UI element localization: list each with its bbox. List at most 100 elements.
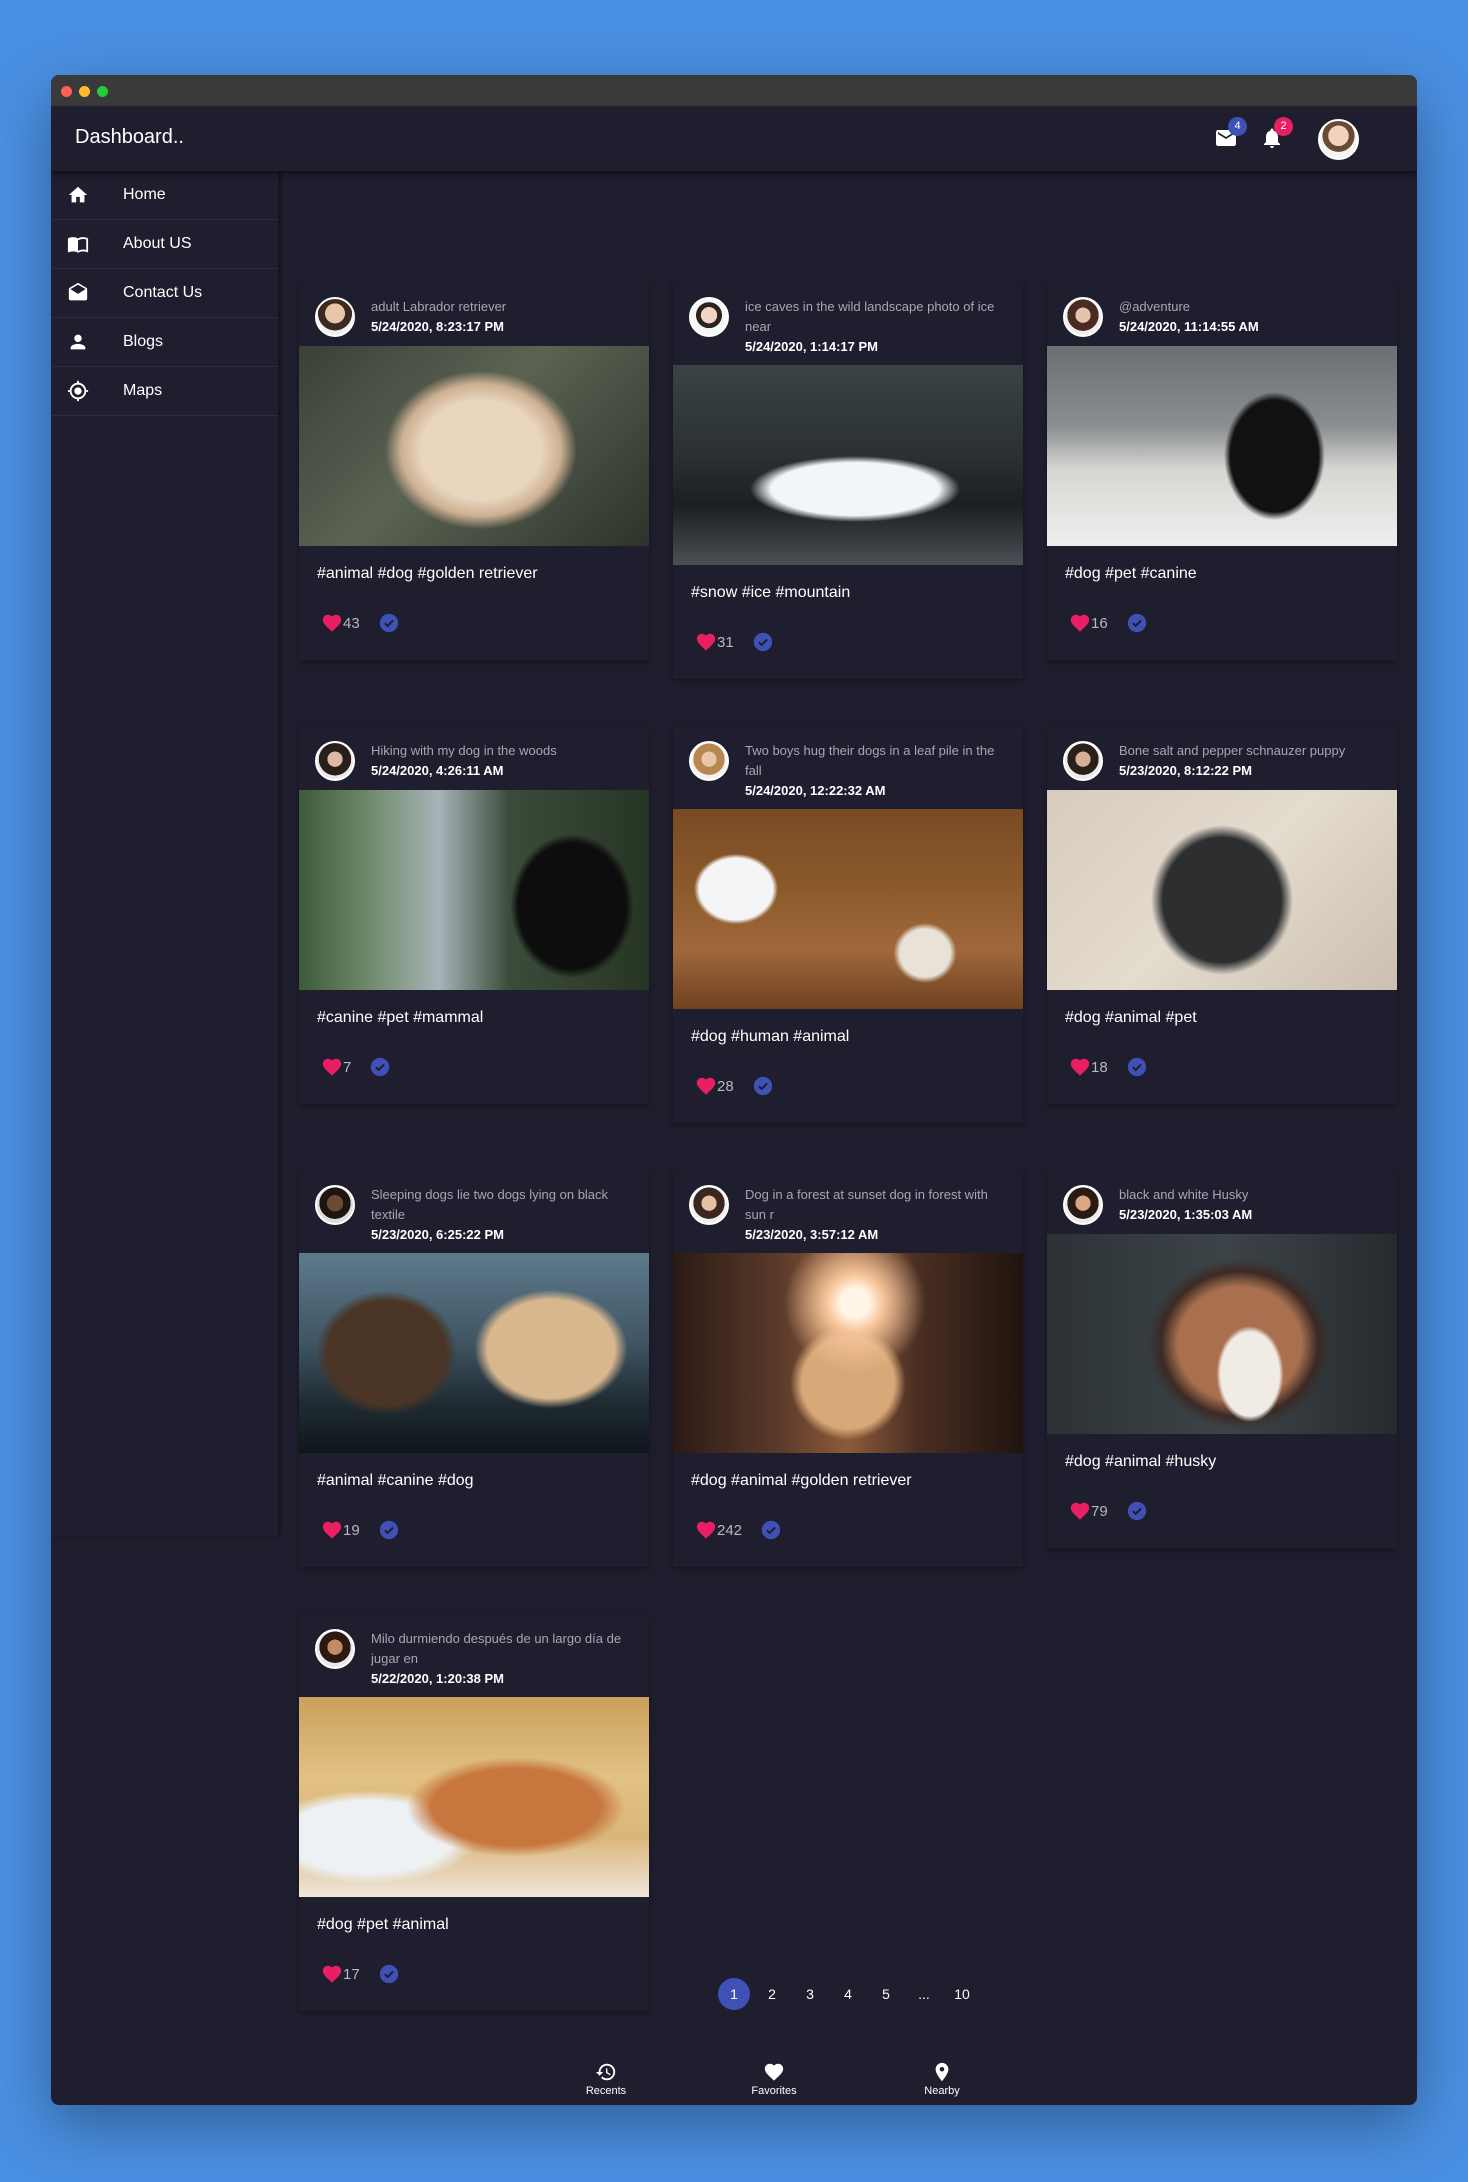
- card-header: Bone salt and pepper schnauzer puppy 5/2…: [1047, 726, 1397, 782]
- card-photo[interactable]: [1047, 346, 1397, 546]
- verified-button[interactable]: [760, 1519, 782, 1541]
- bottom-navigation: Recents Favorites Nearby: [51, 2045, 1417, 2103]
- sidebar: Home About US Contact Us Blogs Maps: [51, 171, 279, 1536]
- card-photo[interactable]: [1047, 790, 1397, 990]
- verified-button[interactable]: [1126, 612, 1148, 634]
- like-button[interactable]: 28: [695, 1075, 734, 1097]
- card-header: black and white Husky 5/23/2020, 1:35:03…: [1047, 1170, 1397, 1226]
- card-photo[interactable]: [1047, 1234, 1397, 1434]
- like-button[interactable]: 31: [695, 631, 734, 653]
- sidebar-item-contact[interactable]: Contact Us: [51, 269, 278, 318]
- like-count: 19: [343, 1521, 360, 1539]
- heart-icon: [696, 1077, 716, 1095]
- like-count: 242: [717, 1521, 743, 1539]
- heart-icon: [322, 614, 342, 632]
- card-photo[interactable]: [299, 790, 649, 990]
- post-card: adult Labrador retriever 5/24/2020, 8:23…: [299, 282, 649, 660]
- mail-button[interactable]: 4: [1212, 117, 1247, 152]
- like-button[interactable]: 79: [1069, 1500, 1108, 1522]
- card-photo[interactable]: [673, 365, 1023, 565]
- sidebar-item-blogs[interactable]: Blogs: [51, 318, 278, 367]
- card-photo[interactable]: [299, 346, 649, 546]
- mail-badge: 4: [1228, 117, 1247, 136]
- card-subtitle: Milo durmiendo después de un largo día d…: [371, 1631, 622, 1666]
- app-bar: Dashboard.. 4 2: [51, 106, 1417, 171]
- card-avatar: [689, 1185, 729, 1225]
- window-maximize-button[interactable]: [97, 86, 108, 97]
- sidebar-item-label: About US: [123, 235, 192, 252]
- check-circle-icon: [1127, 613, 1146, 633]
- nav-nearby[interactable]: Nearby: [902, 2061, 982, 2097]
- like-button[interactable]: 242: [695, 1519, 742, 1541]
- verified-button[interactable]: [378, 1519, 400, 1541]
- card-header: ice caves in the wild landscape photo of…: [673, 282, 1023, 357]
- post-card: ice caves in the wild landscape photo of…: [673, 282, 1023, 679]
- like-button[interactable]: 17: [321, 1963, 360, 1985]
- card-avatar: [315, 741, 355, 781]
- like-button[interactable]: 43: [321, 612, 360, 634]
- card-avatar: [315, 1629, 355, 1669]
- user-avatar[interactable]: [1318, 119, 1359, 160]
- page-button-1[interactable]: 1: [718, 1978, 750, 2010]
- card-avatar: [1063, 1185, 1103, 1225]
- sidebar-item-about[interactable]: About US: [51, 220, 278, 269]
- nav-recents[interactable]: Recents: [566, 2061, 646, 2097]
- card-avatar: [689, 741, 729, 781]
- card-tags: #animal #canine #dog: [317, 1472, 474, 1489]
- card-date: 5/24/2020, 1:14:17 PM: [745, 339, 878, 354]
- card-tags: #dog #animal #husky: [1065, 1453, 1217, 1470]
- post-card: Milo durmiendo después de un largo día d…: [299, 1614, 649, 2011]
- card-photo[interactable]: [673, 1253, 1023, 1453]
- page-button-3[interactable]: 3: [794, 1978, 826, 2010]
- heart-icon: [1070, 614, 1090, 632]
- card-subtitle: Two boys hug their dogs in a leaf pile i…: [745, 743, 995, 778]
- page-button-5[interactable]: 5: [870, 1978, 902, 2010]
- like-button[interactable]: 7: [321, 1056, 351, 1078]
- card-tags: #dog #pet #animal: [317, 1916, 449, 1933]
- card-photo[interactable]: [673, 809, 1023, 1009]
- card-actions: 43: [299, 600, 649, 660]
- window-close-button[interactable]: [61, 86, 72, 97]
- check-circle-icon: [379, 1964, 398, 1984]
- verified-button[interactable]: [752, 631, 774, 653]
- notifications-button[interactable]: 2: [1258, 117, 1293, 152]
- home-icon: [67, 184, 89, 206]
- card-actions: 18: [1047, 1044, 1397, 1104]
- check-circle-icon: [371, 1057, 390, 1077]
- verified-button[interactable]: [752, 1075, 774, 1097]
- sidebar-item-maps[interactable]: Maps: [51, 367, 278, 416]
- card-date: 5/24/2020, 8:23:17 PM: [371, 319, 504, 334]
- card-date: 5/22/2020, 1:20:38 PM: [371, 1671, 504, 1686]
- card-subtitle: Hiking with my dog in the woods: [371, 743, 557, 758]
- like-button[interactable]: 16: [1069, 612, 1108, 634]
- nav-favorites[interactable]: Favorites: [734, 2061, 814, 2097]
- like-button[interactable]: 18: [1069, 1056, 1108, 1078]
- sidebar-item-label: Blogs: [123, 333, 164, 350]
- verified-button[interactable]: [1126, 1500, 1148, 1522]
- like-button[interactable]: 19: [321, 1519, 360, 1541]
- verified-button[interactable]: [378, 1963, 400, 1985]
- page-button-4[interactable]: 4: [832, 1978, 864, 2010]
- check-circle-icon: [1127, 1501, 1146, 1521]
- like-count: 18: [1091, 1058, 1108, 1076]
- card-subtitle: Bone salt and pepper schnauzer puppy: [1119, 743, 1346, 758]
- verified-button[interactable]: [369, 1056, 391, 1078]
- browser-window: Dashboard.. 4 2 Home About US Contact Us…: [51, 75, 1417, 2105]
- like-count: 79: [1091, 1502, 1108, 1520]
- card-photo[interactable]: [299, 1697, 649, 1897]
- page-button-10[interactable]: 10: [946, 1978, 978, 2010]
- card-avatar: [315, 297, 355, 337]
- verified-button[interactable]: [1126, 1056, 1148, 1078]
- sidebar-item-home[interactable]: Home: [51, 171, 278, 220]
- card-tags: #dog #pet #canine: [1065, 565, 1197, 582]
- card-tags: #dog #animal #pet: [1065, 1009, 1197, 1026]
- verified-button[interactable]: [378, 612, 400, 634]
- check-circle-icon: [379, 613, 398, 633]
- card-photo[interactable]: [299, 1253, 649, 1453]
- post-card: black and white Husky 5/23/2020, 1:35:03…: [1047, 1170, 1397, 1548]
- page-button-2[interactable]: 2: [756, 1978, 788, 2010]
- person-icon: [67, 331, 89, 353]
- window-minimize-button[interactable]: [79, 86, 90, 97]
- nav-recents-label: Recents: [585, 2085, 627, 2097]
- like-count: 16: [1091, 614, 1108, 632]
